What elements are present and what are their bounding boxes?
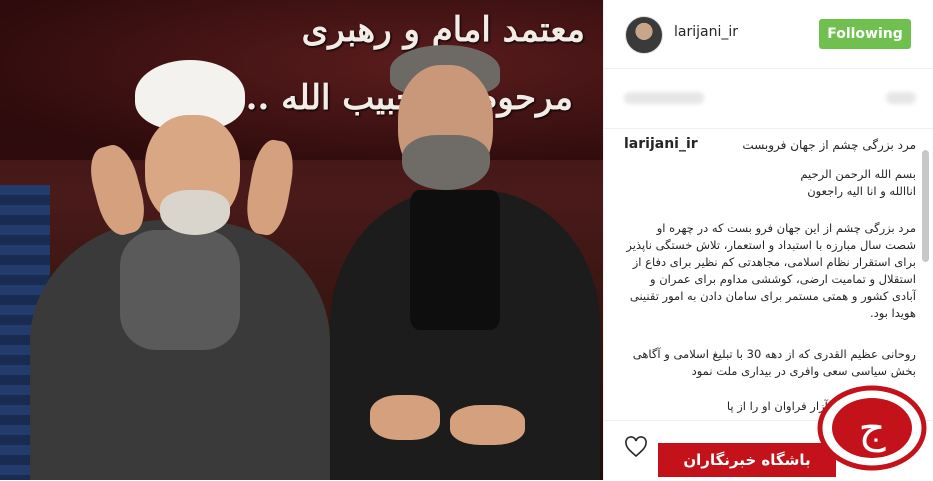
blurred-meta-row bbox=[604, 68, 933, 129]
blurred-timestamp bbox=[886, 92, 916, 104]
caption-paragraph: بسم الله الرحمن الرحیم اناالله و انا الی… bbox=[800, 167, 916, 198]
watermark-logo-glyph: ج bbox=[858, 403, 886, 452]
heart-icon[interactable] bbox=[624, 435, 648, 459]
post-header: larijani_ir Following bbox=[604, 0, 933, 69]
caption-scrollbar[interactable] bbox=[922, 150, 929, 262]
caption-paragraph: مرد بزرگی چشم از این جهان فرو بست که در … bbox=[626, 221, 916, 320]
person-left bbox=[10, 60, 340, 480]
following-button[interactable]: Following bbox=[819, 19, 911, 49]
avatar[interactable] bbox=[625, 16, 663, 54]
caption-username[interactable]: larijani_ir bbox=[624, 136, 698, 152]
caption-area: larijani_ir مرد بزرگی چشم از جهان فروبست… bbox=[624, 128, 916, 413]
person-right bbox=[310, 40, 600, 480]
watermark-banner: باشگاه خبرنگاران bbox=[658, 443, 836, 477]
watermark-logo: ج bbox=[817, 385, 927, 471]
post-photo[interactable]: معتمد امام و رهبری مرحوم ... حبیب الله .… bbox=[0, 0, 603, 480]
username-link[interactable]: larijani_ir bbox=[674, 24, 738, 40]
caption-first-line: مرد بزرگی چشم از جهان فروبست bbox=[742, 138, 916, 152]
blurred-location bbox=[624, 92, 704, 104]
caption-paragraph: روحانی عظیم القدری که از دهه 30 با تبلیغ… bbox=[632, 347, 916, 378]
